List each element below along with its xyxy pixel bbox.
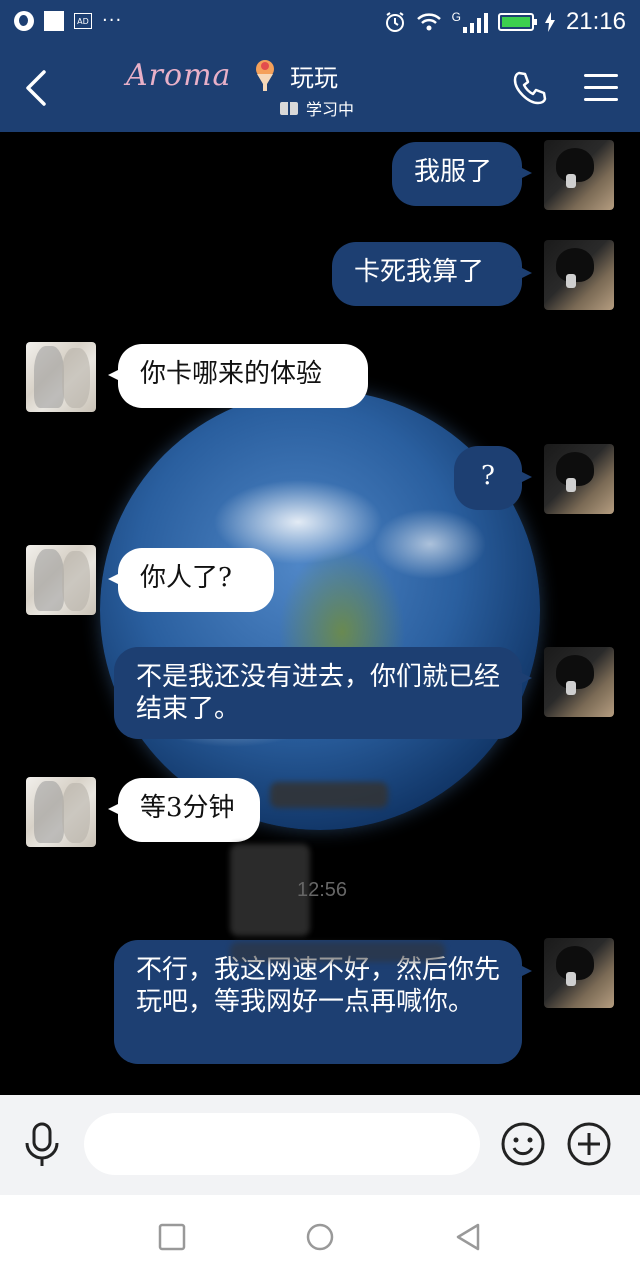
scribble-overlay — [230, 942, 445, 962]
app-icon — [44, 10, 64, 31]
book-icon — [280, 101, 298, 115]
message-bubble[interactable]: 你人了? — [108, 548, 274, 612]
alarm-icon — [385, 12, 404, 32]
network-type: G — [451, 10, 461, 24]
phone-icon[interactable] — [512, 70, 548, 106]
status-left: AD ··· — [14, 10, 122, 31]
my-avatar[interactable] — [544, 140, 614, 210]
message-bubble[interactable]: 我服了 — [392, 142, 532, 206]
back-nav-icon[interactable] — [452, 1221, 484, 1253]
chat-header: Aroma 玩玩 学习中 — [0, 44, 640, 132]
my-avatar[interactable] — [544, 444, 614, 514]
input-bar — [0, 1095, 640, 1195]
back-icon[interactable] — [22, 68, 52, 108]
battery-fill — [501, 17, 530, 27]
message-bubble[interactable]: ? — [454, 446, 532, 510]
emoji-icon[interactable] — [500, 1121, 546, 1167]
battery-icon — [497, 13, 537, 31]
chat-title: 玩玩 — [290, 64, 338, 92]
dessert-icon — [256, 60, 274, 91]
system-nav-bar — [0, 1195, 640, 1280]
message-bubble[interactable]: 不是我还没有进去，你们就已经结束了。 — [114, 647, 532, 739]
message-bubble[interactable]: 卡死我算了 — [332, 242, 532, 306]
chat-area[interactable]: 我服了 卡死我算了 你卡哪来的体验 ? 你人了? 不是我还没有进去，你们就已经结… — [0, 132, 640, 1095]
message-input[interactable] — [84, 1113, 480, 1175]
status-time: 21:16 — [565, 8, 626, 35]
ad-icon: AD — [74, 12, 92, 29]
home-icon[interactable] — [304, 1221, 336, 1253]
message-bubble[interactable]: 等3分钟 — [108, 778, 260, 842]
contact-avatar[interactable] — [26, 342, 96, 412]
charging-icon — [544, 12, 555, 32]
plus-icon[interactable] — [566, 1121, 612, 1167]
signal-icon — [462, 11, 488, 33]
status-right: G 21:16 — [384, 8, 626, 36]
my-avatar[interactable] — [544, 647, 614, 717]
message-timestamp: 12:56 — [296, 879, 348, 901]
brand-logo: Aroma — [126, 58, 232, 93]
recents-icon[interactable] — [156, 1221, 188, 1253]
my-avatar[interactable] — [544, 938, 614, 1008]
mic-icon[interactable] — [22, 1121, 62, 1169]
message-bubble[interactable]: 你卡哪来的体验 — [108, 344, 368, 408]
contact-avatar[interactable] — [26, 545, 96, 615]
wifi-icon — [416, 13, 441, 31]
menu-icon[interactable] — [584, 74, 618, 102]
contact-avatar[interactable] — [26, 777, 96, 847]
more-indicator: ··· — [102, 10, 123, 31]
globe-icon — [14, 10, 34, 31]
my-avatar[interactable] — [544, 240, 614, 310]
status-text: 学习中 — [306, 100, 355, 119]
status-bar: AD ··· G 21:16 — [0, 0, 640, 44]
scribble-overlay — [270, 782, 388, 808]
contact-status: 学习中 — [280, 96, 354, 120]
